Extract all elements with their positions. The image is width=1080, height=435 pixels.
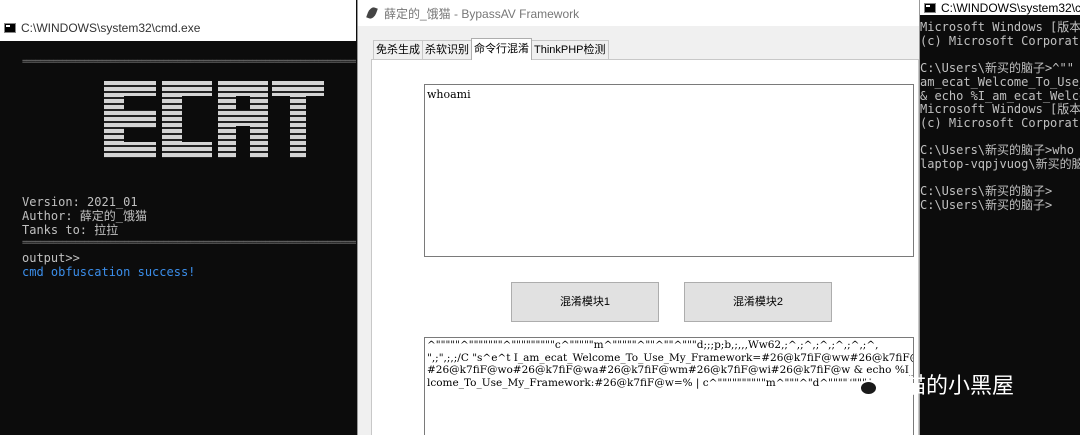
tab-av-detect[interactable]: 杀软识别 bbox=[422, 40, 472, 60]
version-line: Version: 2021_01 bbox=[22, 195, 138, 209]
console-line: & echo %I_am_ecat_Welco bbox=[920, 88, 1080, 103]
watermark: 饿猫的小黑屋 bbox=[848, 368, 1014, 400]
left-cmd-titlebar[interactable]: C:\WINDOWS\system32\cmd.exe bbox=[0, 0, 356, 41]
console-line: Microsoft Windows [版本 bbox=[920, 102, 1080, 117]
obfuscate-module-2-button[interactable]: 混淆模块2 bbox=[684, 282, 832, 322]
console-line: (c) Microsoft Corporati bbox=[920, 33, 1080, 48]
console-line: Microsoft Windows [版本 bbox=[920, 20, 1080, 34]
cmd-icon bbox=[924, 2, 936, 13]
watermark-text: 饿猫的小黑屋 bbox=[882, 373, 1015, 398]
thanks-line: Tanks to: 拉拉 bbox=[22, 223, 119, 237]
tab-bypass-generate[interactable]: 免杀生成 bbox=[373, 40, 423, 60]
console-line: C:\Users\新买的脑子>who bbox=[920, 143, 1074, 158]
right-cmd-titlebar[interactable]: C:\WINDOWS\system32\cm bbox=[920, 0, 1080, 15]
output-label: output>> bbox=[22, 251, 80, 265]
console-line: C:\Users\新买的脑子>^"" bbox=[920, 61, 1074, 76]
obfuscated-output[interactable]: ^"""""^"""""""^"""""""""c^"""""m^"""""^"… bbox=[424, 337, 914, 435]
app-title: 薛定的_饿猫 - BypassAV Framework bbox=[384, 6, 580, 21]
separator-bottom: ========================================… bbox=[22, 238, 356, 248]
console-line: (c) Microsoft Corporati bbox=[920, 115, 1080, 130]
console-line: laptop-vqpjvuog\新买的脑 bbox=[920, 157, 1080, 172]
console-line: C:\Users\新买的脑子> bbox=[920, 198, 1053, 213]
output-line: ",;",;,;/C "s^e^t I_am_ecat_Welcome_To_U… bbox=[427, 351, 914, 364]
left-cmd-window: C:\WINDOWS\system32\cmd.exe ============… bbox=[0, 0, 356, 435]
output-line: #26@k7fiF@wo#26@k7fiF@wa#26@k7fiF@wm#26@… bbox=[427, 364, 914, 376]
author-line: Author: 薛定的_饿猫 bbox=[22, 209, 148, 223]
obfuscate-module-1-button[interactable]: 混淆模块1 bbox=[511, 282, 659, 322]
output-line: ^"""""^"""""""^"""""""""c^"""""m^"""""^"… bbox=[427, 339, 879, 351]
tab-thinkphp-detect[interactable]: ThinkPHP检测 bbox=[531, 40, 609, 60]
status-message: cmd obfuscation success! bbox=[22, 265, 196, 279]
tab-cmd-obfuscation[interactable]: 命令行混淆 bbox=[471, 38, 532, 60]
console-line: am_ecat_Welcome_To_Use_ bbox=[920, 74, 1080, 89]
wechat-icon bbox=[848, 373, 878, 396]
left-cmd-title: C:\WINDOWS\system32\cmd.exe bbox=[21, 20, 201, 35]
tab-bar: 免杀生成 杀软识别 命令行混淆 ThinkPHP检测 bbox=[373, 38, 609, 60]
separator-top: ========================================… bbox=[22, 57, 356, 67]
bypassav-window: 薛定的_饿猫 - BypassAV Framework 免杀生成 杀软识别 命令… bbox=[357, 0, 920, 435]
feather-icon bbox=[366, 5, 378, 21]
cmd-icon bbox=[4, 22, 16, 33]
output-line: lcome_To_Use_My_Framework:#26@k7fiF@w=% … bbox=[427, 376, 872, 389]
app-titlebar[interactable]: 薛定的_饿猫 - BypassAV Framework bbox=[358, 0, 919, 26]
right-console-text: Microsoft Windows [版本 (c) Microsoft Corpo… bbox=[920, 20, 1080, 213]
command-input[interactable]: whoami bbox=[424, 84, 914, 257]
right-cmd-title: C:\WINDOWS\system32\cm bbox=[941, 0, 1080, 15]
